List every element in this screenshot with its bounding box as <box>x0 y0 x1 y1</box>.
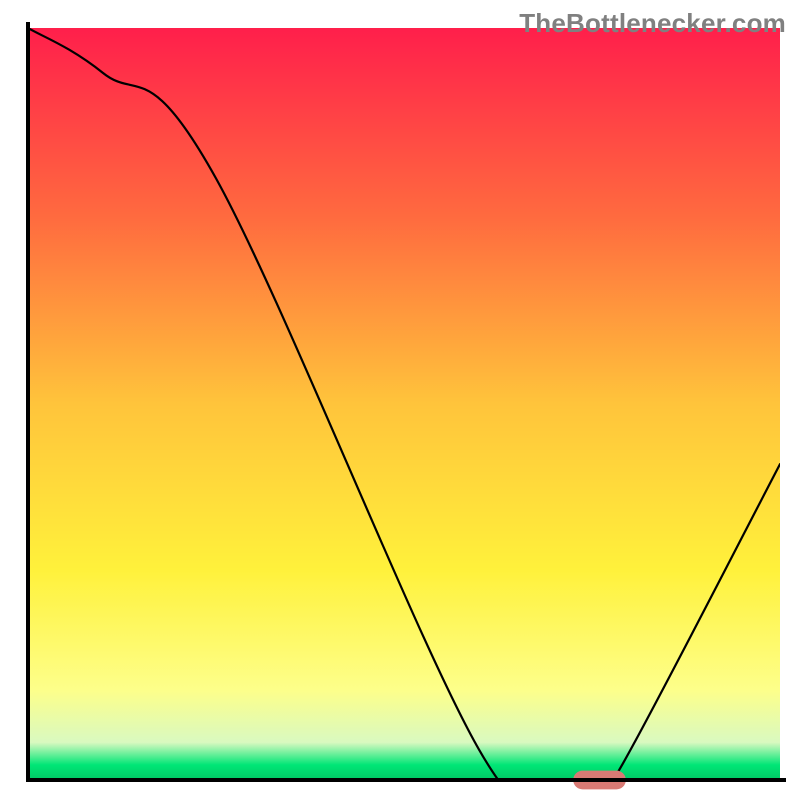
bottleneck-chart <box>0 0 800 800</box>
watermark-text: TheBottlenecker.com <box>519 8 786 39</box>
gradient-background <box>28 28 780 780</box>
chart-frame: TheBottlenecker.com <box>0 0 800 800</box>
